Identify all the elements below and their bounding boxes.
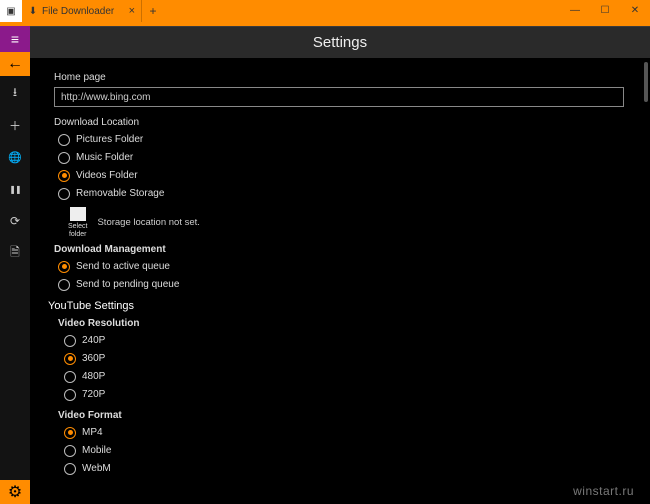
- download-management-option[interactable]: Send to pending queue: [58, 277, 634, 292]
- gear-icon: ⚙: [8, 482, 22, 502]
- video-resolution-option[interactable]: 360P: [64, 351, 634, 366]
- download-location-label: Download Location: [54, 117, 634, 128]
- radio-label: MP4: [82, 427, 103, 438]
- radio-label: 480P: [82, 371, 105, 382]
- radio-label: Mobile: [82, 445, 111, 456]
- radio-label: Removable Storage: [76, 188, 164, 199]
- video-resolution-option[interactable]: 720P: [64, 387, 634, 402]
- radio-label: 240P: [82, 335, 105, 346]
- close-button[interactable]: ✕: [620, 0, 650, 22]
- minimize-icon: —: [570, 5, 580, 16]
- select-folder-label-2: folder: [69, 231, 87, 239]
- download-icon: ⭳: [13, 83, 17, 104]
- sidebar-item-downloads[interactable]: ⭳: [0, 78, 30, 108]
- youtube-settings-label: YouTube Settings: [48, 300, 634, 312]
- globe-icon: 🌐: [8, 151, 22, 164]
- radio-label: Send to pending queue: [76, 279, 179, 290]
- maximize-button[interactable]: ☐: [590, 0, 620, 22]
- download-location-option[interactable]: Pictures Folder: [58, 132, 634, 147]
- radio-icon: [64, 353, 76, 365]
- watermark: winstart.ru: [573, 484, 634, 498]
- storage-message: Storage location not set.: [97, 217, 199, 228]
- maximize-icon: ☐: [601, 5, 610, 16]
- radio-icon: [58, 134, 70, 146]
- sidebar-item-pause[interactable]: ❚❚: [0, 174, 30, 204]
- radio-icon: [64, 427, 76, 439]
- title-bar: ▣ ⬇ File Downloader × + — ☐ ✕: [0, 0, 650, 22]
- radio-icon: [64, 445, 76, 457]
- browser-tab[interactable]: ⬇ File Downloader ×: [22, 0, 142, 22]
- radio-label: 720P: [82, 389, 105, 400]
- pause-icon: ❚❚: [9, 185, 20, 194]
- select-folder-label-1: Select: [68, 223, 87, 231]
- video-resolution-label: Video Resolution: [58, 318, 634, 329]
- radio-label: 360P: [82, 353, 105, 364]
- folder-icon: [70, 207, 86, 221]
- radio-icon: [58, 152, 70, 164]
- select-folder-button[interactable]: Select folder: [68, 207, 87, 238]
- page-title: Settings: [313, 34, 367, 51]
- sidebar-item-add[interactable]: ＋: [0, 110, 30, 140]
- download-management-option[interactable]: Send to active queue: [58, 259, 634, 274]
- app-glyph: ▣: [6, 6, 15, 17]
- video-format-label: Video Format: [58, 410, 634, 421]
- menu-button[interactable]: ≡: [0, 26, 30, 52]
- hamburger-icon: ≡: [11, 31, 19, 47]
- radio-icon: [64, 389, 76, 401]
- new-tab-button[interactable]: +: [142, 0, 164, 22]
- radio-icon: [64, 371, 76, 383]
- tab-title: File Downloader: [42, 6, 114, 17]
- tab-favicon-icon: ⬇: [28, 6, 38, 16]
- back-arrow-icon: ←: [7, 55, 23, 73]
- settings-scroll[interactable]: Home page Download Location Pictures Fol…: [30, 58, 650, 504]
- video-format-option[interactable]: MP4: [64, 425, 634, 440]
- minimize-button[interactable]: —: [560, 0, 590, 22]
- content-pane: Settings Home page Download Location Pic…: [30, 26, 650, 504]
- home-page-label: Home page: [54, 72, 634, 83]
- tab-close-icon[interactable]: ×: [129, 5, 135, 17]
- radio-label: Music Folder: [76, 152, 133, 163]
- sidebar-item-browser[interactable]: 🌐: [0, 142, 30, 172]
- download-location-option[interactable]: Videos Folder: [58, 168, 634, 183]
- radio-label: Pictures Folder: [76, 134, 143, 145]
- video-format-option[interactable]: WebM: [64, 461, 634, 476]
- app-icon: ▣: [0, 0, 22, 22]
- video-resolution-option[interactable]: 480P: [64, 369, 634, 384]
- sidebar-item-settings[interactable]: ⚙: [0, 480, 30, 504]
- radio-icon: [58, 170, 70, 182]
- download-location-option[interactable]: Removable Storage: [58, 186, 634, 201]
- video-resolution-option[interactable]: 240P: [64, 333, 634, 348]
- radio-label: WebM: [82, 463, 111, 474]
- radio-label: Videos Folder: [76, 170, 138, 181]
- sidebar-item-copy[interactable]: 🗎: [0, 238, 30, 268]
- history-icon: ⟳: [10, 214, 20, 228]
- home-page-input[interactable]: [54, 87, 624, 107]
- page-header: Settings: [30, 26, 650, 58]
- download-location-option[interactable]: Music Folder: [58, 150, 634, 165]
- download-management-label: Download Management: [54, 244, 634, 255]
- video-format-option[interactable]: Mobile: [64, 443, 634, 458]
- document-icon: 🗎: [10, 243, 20, 264]
- close-icon: ✕: [631, 5, 639, 16]
- radio-icon: [58, 188, 70, 200]
- scrollbar-thumb[interactable]: [644, 62, 648, 102]
- radio-icon: [58, 279, 70, 291]
- back-button[interactable]: ←: [0, 52, 30, 76]
- radio-label: Send to active queue: [76, 261, 170, 272]
- sidebar-item-history[interactable]: ⟳: [0, 206, 30, 236]
- radio-icon: [64, 463, 76, 475]
- radio-icon: [58, 261, 70, 273]
- sidebar: ≡ ← ⭳ ＋ 🌐 ❚❚ ⟳ 🗎 ⚙: [0, 26, 30, 504]
- plus-icon: ＋: [9, 117, 21, 134]
- plus-icon: +: [149, 4, 156, 18]
- radio-icon: [64, 335, 76, 347]
- window-controls: — ☐ ✕: [560, 0, 650, 22]
